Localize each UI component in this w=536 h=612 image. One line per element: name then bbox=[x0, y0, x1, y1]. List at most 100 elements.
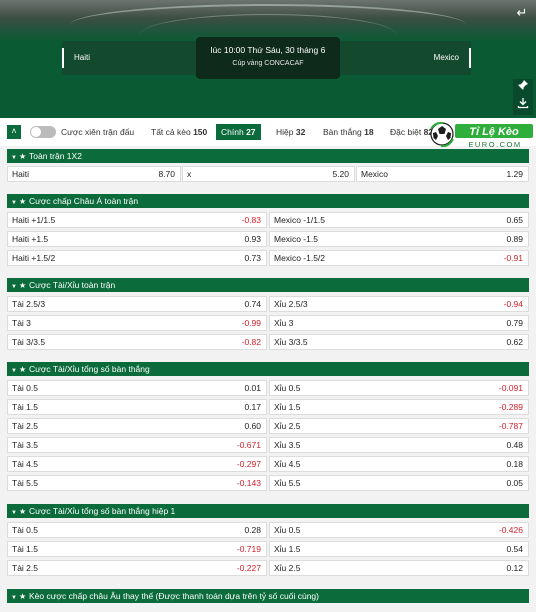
tab-goals[interactable]: Bàn thắng 18 bbox=[318, 124, 379, 140]
home-team-name: Haiti bbox=[62, 48, 90, 68]
odds-cell[interactable]: Tài 3/3.5 -0.82 bbox=[7, 334, 267, 350]
odds-label: Xỉu 3 bbox=[274, 318, 294, 328]
odds-value: -0.091 bbox=[498, 383, 523, 393]
odds-cell[interactable]: Tài 2.5 0.60 bbox=[7, 418, 267, 434]
odds-cell[interactable]: Xỉu 2.5 0.12 bbox=[269, 560, 529, 576]
star-icon[interactable]: ★ bbox=[19, 150, 29, 164]
odds-cell[interactable]: Tài 1.5 -0.719 bbox=[7, 541, 267, 557]
odds-cell[interactable]: Tài 4.5 -0.297 bbox=[7, 456, 267, 472]
odds-cell[interactable]: Xỉu 4.5 0.18 bbox=[269, 456, 529, 472]
collapse-all-icon[interactable]: ˄ bbox=[7, 125, 21, 139]
tab-special-label: Đặc biệt bbox=[390, 127, 422, 137]
odds-value: 0.18 bbox=[506, 459, 523, 469]
odds-cell[interactable]: Haiti 8.70 bbox=[7, 166, 181, 182]
odds-value: -0.91 bbox=[503, 253, 523, 263]
tab-all-label: Tất cả kèo bbox=[151, 127, 191, 137]
odds-label: Mexico bbox=[361, 169, 388, 179]
odds-value: -0.297 bbox=[236, 459, 261, 469]
match-league: Cúp vàng CONCACAF bbox=[232, 60, 304, 67]
odds-cell[interactable]: Tài 5.5 -0.143 bbox=[7, 475, 267, 491]
parlay-toggle[interactable] bbox=[30, 126, 56, 138]
back-arrow-icon[interactable]: ↵ bbox=[512, 4, 532, 22]
odds-value: -0.83 bbox=[241, 215, 261, 225]
odds-cell[interactable]: Tài 2.5 -0.227 bbox=[7, 560, 267, 576]
chevron-down-icon: ▼ bbox=[11, 200, 17, 206]
odds-label: Xỉu 0.5 bbox=[274, 525, 301, 535]
odds-cell[interactable]: Tài 0.5 0.28 bbox=[7, 522, 267, 538]
odds-value: -0.143 bbox=[236, 478, 261, 488]
section-header-total-goals[interactable]: ▼ ★ Cược Tài/Xỉu tổng số bàn thắng bbox=[7, 362, 529, 376]
section-header-over-under[interactable]: ▼ ★ Cược Tài/Xỉu toàn trận bbox=[7, 278, 529, 292]
section-header-first-half-goals[interactable]: ▼ ★ Cược Tài/Xỉu tổng số bàn thắng hiệp 1 bbox=[7, 504, 529, 518]
odds-cell[interactable]: Tài 3.5 -0.671 bbox=[7, 437, 267, 453]
odds-cell[interactable]: Xỉu 5.5 0.05 bbox=[269, 475, 529, 491]
odds-label: Tài 2.5 bbox=[12, 421, 38, 431]
stadium-background bbox=[0, 0, 536, 40]
section-title: Kèo cược chấp châu Âu thay thế (Được tha… bbox=[29, 591, 319, 601]
odds-label: Tài 3.5 bbox=[12, 440, 38, 450]
odds-cell[interactable]: Mexico -1.5/2 -0.91 bbox=[269, 250, 529, 266]
odds-cell[interactable]: Haiti +1.5/2 0.73 bbox=[7, 250, 267, 266]
odds-cell[interactable]: Mexico 1.29 bbox=[356, 166, 529, 182]
odds-label: Xỉu 2.5 bbox=[274, 421, 301, 431]
odds-cell[interactable]: Mexico -1.5 0.89 bbox=[269, 231, 529, 247]
tab-main-label: Chính bbox=[221, 127, 244, 137]
section-header-1x2[interactable]: ▼ ★ Toàn trận 1X2 bbox=[7, 149, 529, 163]
chevron-down-icon: ▼ bbox=[11, 510, 17, 516]
odds-cell[interactable]: Xỉu 2.5 -0.787 bbox=[269, 418, 529, 434]
pin-icon[interactable] bbox=[513, 79, 533, 97]
odds-value: -0.99 bbox=[241, 318, 261, 328]
odds-value: 0.79 bbox=[506, 318, 523, 328]
tab-half-label: Hiệp bbox=[276, 127, 294, 137]
match-time: lúc 10:00 Thứ Sáu, 30 tháng 6 bbox=[210, 45, 326, 55]
odds-cell[interactable]: x 5.20 bbox=[182, 166, 355, 182]
odds-label: x bbox=[187, 169, 192, 179]
odds-cell[interactable]: Xỉu 1.5 -0.289 bbox=[269, 399, 529, 415]
chevron-down-icon: ▼ bbox=[11, 155, 17, 161]
tab-goals-label: Bàn thắng bbox=[323, 127, 362, 137]
odds-cell[interactable]: Xỉu 0.5 -0.091 bbox=[269, 380, 529, 396]
section-title: Cược Tài/Xỉu tổng số bàn thắng bbox=[29, 364, 150, 374]
odds-value: 5.20 bbox=[332, 169, 349, 179]
odds-cell[interactable]: Xỉu 3.5 0.48 bbox=[269, 437, 529, 453]
odds-cell[interactable]: Xỉu 0.5 -0.426 bbox=[269, 522, 529, 538]
odds-cell[interactable]: Tài 2.5/3 0.74 bbox=[7, 296, 267, 312]
odds-value: -0.671 bbox=[236, 440, 261, 450]
odds-label: Tài 4.5 bbox=[12, 459, 38, 469]
tab-main-count: 27 bbox=[246, 127, 256, 137]
odds-label: Tài 0.5 bbox=[12, 383, 38, 393]
tab-all-count: 150 bbox=[193, 127, 208, 137]
odds-label: Mexico -1.5 bbox=[274, 234, 318, 244]
odds-cell[interactable]: Tài 1.5 0.17 bbox=[7, 399, 267, 415]
section-header-asian-handicap[interactable]: ▼ ★ Cược chấp Châu Á toàn trận bbox=[7, 194, 529, 208]
tab-main[interactable]: Chính 27 bbox=[216, 124, 261, 140]
odds-cell[interactable]: Xỉu 3 0.79 bbox=[269, 315, 529, 331]
star-icon[interactable]: ★ bbox=[19, 590, 29, 604]
odds-cell[interactable]: Tài 0.5 0.01 bbox=[7, 380, 267, 396]
odds-label: Tài 3/3.5 bbox=[12, 337, 46, 347]
star-icon[interactable]: ★ bbox=[19, 363, 29, 377]
odds-value: -0.82 bbox=[241, 337, 261, 347]
odds-cell[interactable]: Haiti +1.5 0.93 bbox=[7, 231, 267, 247]
odds-value: 0.62 bbox=[506, 337, 523, 347]
download-icon[interactable] bbox=[513, 97, 533, 115]
tab-all[interactable]: Tất cả kèo 150 bbox=[146, 124, 212, 140]
star-icon[interactable]: ★ bbox=[19, 279, 29, 293]
odds-cell[interactable]: Xỉu 3/3.5 0.62 bbox=[269, 334, 529, 350]
odds-cell[interactable]: Xỉu 1.5 0.54 bbox=[269, 541, 529, 557]
odds-cell[interactable]: Xỉu 2.5/3 -0.94 bbox=[269, 296, 529, 312]
chevron-down-icon: ▼ bbox=[11, 284, 17, 290]
tab-half[interactable]: Hiệp 32 bbox=[271, 124, 310, 140]
odds-cell[interactable]: Haiti +1/1.5 -0.83 bbox=[7, 212, 267, 228]
odds-value: 0.74 bbox=[244, 299, 261, 309]
odds-label: Xỉu 3/3.5 bbox=[274, 337, 308, 347]
section-header-euro-handicap[interactable]: ▼ ★ Kèo cược chấp châu Âu thay thế (Được t… bbox=[7, 589, 529, 603]
odds-value: 0.05 bbox=[506, 478, 523, 488]
odds-cell[interactable]: Tài 3 -0.99 bbox=[7, 315, 267, 331]
star-icon[interactable]: ★ bbox=[19, 195, 29, 209]
odds-label: Tài 2.5 bbox=[12, 563, 38, 573]
match-header: ↵ Haiti Mexico lúc 10:00 Thứ Sáu, 30 thá… bbox=[0, 0, 536, 118]
star-icon[interactable]: ★ bbox=[19, 505, 29, 519]
chevron-down-icon: ▼ bbox=[11, 368, 17, 374]
odds-cell[interactable]: Mexico -1/1.5 0.65 bbox=[269, 212, 529, 228]
